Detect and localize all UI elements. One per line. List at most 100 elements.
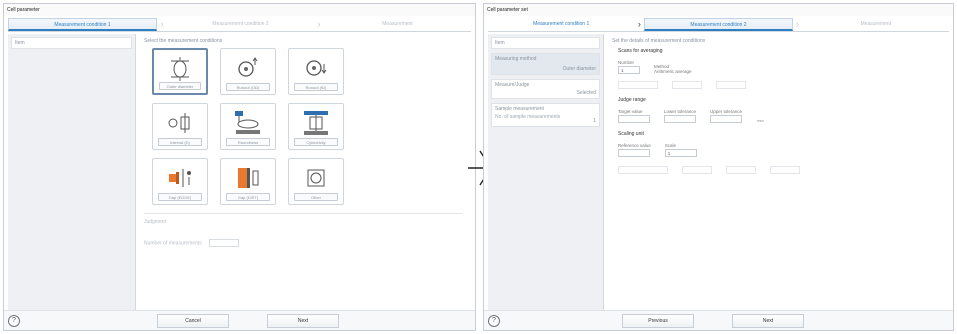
sidebar: Item <box>8 34 136 310</box>
sidebar-item-measure-judge[interactable]: Measure/Judge Selected <box>491 79 600 99</box>
field-label: Target value <box>618 109 643 114</box>
sidebar-item-item[interactable]: Item <box>491 37 600 49</box>
window-footer: ? Previous Next <box>484 310 953 330</box>
card-gap-edge[interactable]: Gap (EDGE) <box>152 158 208 205</box>
disabled-field-3 <box>716 80 746 89</box>
measure-count-select[interactable] <box>209 239 240 247</box>
card-label: Runout (ID) <box>294 83 338 91</box>
cancel-button[interactable]: Cancel <box>157 314 229 328</box>
roundness-icon <box>221 110 275 136</box>
scale-select[interactable]: 1 <box>664 149 697 157</box>
comparison-stage: Cell parameter Measurement condition 1 ›… <box>0 0 957 334</box>
scans-method-value: Arithmetic average <box>654 69 692 74</box>
measure-count-row: Number of measurements <box>144 239 463 247</box>
disabled-field-6-input <box>726 166 756 174</box>
card-label: Runout (OD) <box>226 83 270 91</box>
previous-button[interactable]: Previous <box>622 314 694 328</box>
next-button[interactable]: Next <box>732 314 804 328</box>
disabled-field-7 <box>770 165 800 174</box>
card-roundness[interactable]: Roundness <box>220 103 276 150</box>
target-input[interactable] <box>618 115 650 123</box>
scale-field: Scale 1 <box>664 143 697 157</box>
gap-dist-icon <box>221 165 275 191</box>
scans-number-input[interactable]: 1 <box>618 66 640 74</box>
runout-id-icon <box>289 55 343 81</box>
next-button[interactable]: Next <box>267 314 339 328</box>
window-title: Cell parameter set <box>484 4 953 16</box>
sidebar-item-sample-measurement[interactable]: Sample measurement No. of sample measure… <box>491 103 600 127</box>
lower-tolerance-input[interactable] <box>664 115 696 123</box>
reference-field: Reference value <box>618 143 651 157</box>
card-gap-dist[interactable]: Gap (DIST) <box>220 158 276 205</box>
card-runout-od[interactable]: Runout (OD) <box>220 48 276 95</box>
sidebar-item-value: Selected <box>576 90 596 96</box>
disabled-row-2 <box>618 165 941 174</box>
step-bar: Measurement condition 1 › Measurement co… <box>8 18 471 32</box>
card-outer-diameter[interactable]: Outer diameter <box>152 48 208 95</box>
disabled-field-6 <box>726 165 756 174</box>
disabled-field-2-input <box>672 81 702 89</box>
upper-tolerance-field: Upper tolerance <box>710 109 742 123</box>
judge-row: Target value Lower tolerance Upper toler… <box>618 109 941 123</box>
target-field: Target value <box>618 109 650 123</box>
sidebar-item[interactable]: Item <box>11 37 132 49</box>
judgment-title: Judgment <box>144 219 166 225</box>
step-chevron-icon: › <box>796 19 800 29</box>
disabled-field-1-input <box>618 81 658 89</box>
sidebar-item-label: Measure/Judge <box>495 82 530 88</box>
card-label: Other <box>294 193 338 201</box>
sidebar-item-value: 1 <box>593 118 596 124</box>
step-chevron-icon: › <box>317 19 321 29</box>
step-bar: Measurement condition 1 › Measurement co… <box>488 18 949 32</box>
disabled-field-5-input <box>682 166 712 174</box>
judge-label: Judge range <box>618 97 646 103</box>
card-other[interactable]: Other <box>288 158 344 205</box>
window-body: Item Select the measurement conditions O… <box>8 34 471 310</box>
scaling-label: Scaling unit <box>618 131 644 137</box>
judge-section: Judge range <box>618 97 941 103</box>
section-title: Select the measurement conditions <box>144 38 223 44</box>
unit-label: mm <box>757 118 764 123</box>
step-chevron-icon: › <box>160 19 164 29</box>
step-2[interactable]: Measurement condition 2 <box>167 18 314 31</box>
scans-row: Number 1 Method Arithmetic average <box>618 60 941 74</box>
section-title: Set the details of measurement condition… <box>612 38 706 44</box>
reference-input[interactable] <box>618 149 650 157</box>
step-chevron-icon: › <box>637 19 641 29</box>
scans-method-field: Method Arithmetic average <box>654 64 692 74</box>
disabled-field-5 <box>682 165 712 174</box>
step-2[interactable]: Measurement condition 2 <box>644 18 793 31</box>
card-label: Gap (DIST) <box>226 193 270 201</box>
step-1[interactable]: Measurement condition 1 <box>8 18 157 31</box>
left-window: Cell parameter Measurement condition 1 ›… <box>3 3 476 331</box>
card-interval[interactable]: Interval (D) <box>152 103 208 150</box>
sidebar-item-measuring-method[interactable]: Measuring method Outer diameter <box>491 53 600 75</box>
field-label: Reference value <box>618 143 651 148</box>
card-cylindricity[interactable]: Cylindricity <box>288 103 344 150</box>
card-label: Gap (EDGE) <box>158 193 202 201</box>
step-1[interactable]: Measurement condition 1 <box>488 18 634 31</box>
sidebar-item-sub: No. of sample measurements <box>495 114 561 120</box>
scaling-row: Reference value Scale 1 <box>618 143 941 157</box>
step-3[interactable]: Measurement <box>803 18 949 31</box>
field-label: Number <box>618 60 635 65</box>
upper-tolerance-input[interactable] <box>710 115 743 123</box>
card-label: Interval (D) <box>158 138 202 146</box>
field-label: Lower tolerance <box>664 109 697 114</box>
help-icon[interactable]: ? <box>8 315 20 327</box>
main-panel: Set the details of measurement condition… <box>604 34 949 310</box>
scans-section: Scans for averaging <box>618 48 941 54</box>
window-title: Cell parameter <box>4 4 475 16</box>
field-label: Scale <box>664 143 677 148</box>
right-window: Cell parameter set Measurement condition… <box>483 3 954 331</box>
disabled-field-4 <box>618 165 668 174</box>
disabled-row <box>618 80 941 89</box>
gap-edge-icon <box>153 165 207 191</box>
lower-tolerance-field: Lower tolerance <box>664 109 696 123</box>
scans-label: Scans for averaging <box>618 48 663 54</box>
step-3[interactable]: Measurement <box>324 18 471 31</box>
help-icon[interactable]: ? <box>488 315 500 327</box>
main-panel: Select the measurement conditions Outer … <box>136 34 471 310</box>
card-runout-id[interactable]: Runout (ID) <box>288 48 344 95</box>
judgment-section: Judgment Number of measurements <box>144 213 463 247</box>
